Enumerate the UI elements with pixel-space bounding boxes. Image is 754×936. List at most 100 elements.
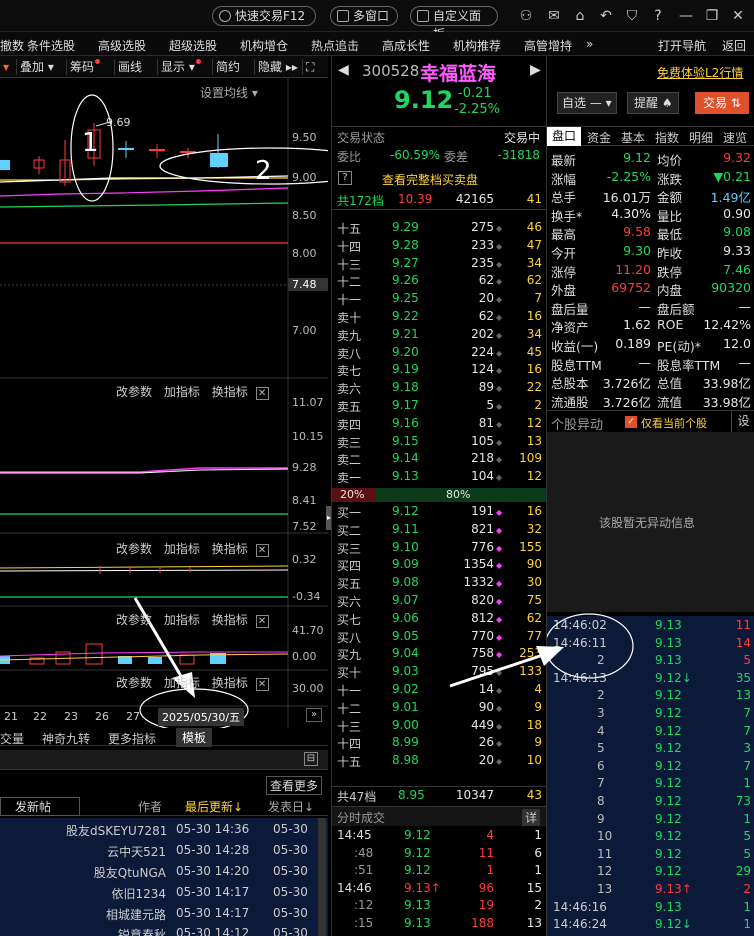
author-column-header[interactable]: 作者 [138, 798, 162, 815]
multi-window-button[interactable]: 多窗口 [330, 6, 398, 26]
home-icon[interactable]: ⌂ [572, 8, 588, 24]
help-icon[interactable]: ? [338, 171, 352, 185]
menu-more[interactable]: » [586, 37, 593, 51]
draw-line-button[interactable]: 画线 [114, 59, 145, 75]
post-row[interactable]: 云中天521 05-30 14:28 05-30 [0, 843, 328, 864]
hide-button[interactable]: 隐藏 ▸▸ [254, 59, 301, 75]
edit-params-button[interactable]: 改参数 [116, 385, 152, 399]
menu-item[interactable]: 机构推荐 [453, 37, 501, 54]
tab-magic-nine[interactable]: 神奇九转 [42, 730, 90, 747]
tab-overview[interactable]: 速览 [718, 129, 752, 146]
ask-level-row[interactable]: 卖十 9.22 62 ◆ 16 [332, 309, 546, 326]
close-icon[interactable]: ✕ [730, 8, 746, 24]
bid-level-row[interactable]: 买三 9.10 776 ◆ 155 [332, 540, 546, 557]
post-row[interactable]: 股友dSKEYU7281 05-30 14:36 05-30 [0, 822, 328, 843]
close-icon[interactable]: ✕ [255, 678, 269, 691]
ask-level-row[interactable]: 卖一 9.13 104 ◆ 12 [332, 469, 546, 486]
publish-post-button[interactable]: 发新帖 [0, 797, 80, 816]
checkbox-checked-icon[interactable]: ✓ [625, 416, 637, 428]
menu-item[interactable]: 条件选股 [27, 37, 75, 54]
bid-level-row[interactable]: 买四 9.09 1354 ◆ 90 [332, 557, 546, 574]
next-stock-icon[interactable]: ▶ [530, 62, 541, 78]
minimize-icon[interactable]: — [678, 8, 694, 24]
shirt-icon[interactable]: ⛉ [624, 8, 640, 24]
ask-level-row[interactable]: 卖二 9.14 218 ◆ 109 [332, 451, 546, 468]
tab-more-indicators[interactable]: 更多指标 [108, 730, 156, 747]
post-row[interactable]: 锐意春秋 05-30 14:12 05-30 [0, 926, 328, 936]
custom-panel-button[interactable]: 自定义面板 [410, 6, 498, 41]
close-icon[interactable]: ✕ [255, 544, 269, 557]
ask-level-row[interactable]: 十四 9.28 233 ◆ 47 [332, 238, 546, 255]
post-row[interactable]: 依旧1234 05-30 14:17 05-30 [0, 885, 328, 906]
fullscreen-icon[interactable]: ⛶ [302, 59, 317, 75]
ask-level-row[interactable]: 十一 9.25 20 ◆ 7 [332, 291, 546, 308]
kline-chart-area[interactable]: 9.69 1 2 设置均线 ▾ 9.50 9.00 8.50 8.00 7.48… [0, 78, 328, 728]
post-row[interactable]: 相城建元路 05-30 14:17 05-30 [0, 906, 328, 927]
posted-column-header[interactable]: 发表日↓ [268, 798, 314, 815]
add-indicator-button[interactable]: 加指标 [164, 385, 200, 399]
switch-indicator-button[interactable]: 换指标 [212, 385, 248, 399]
close-icon[interactable]: ✕ [255, 615, 269, 628]
add-indicator-button[interactable]: 加指标 [164, 542, 200, 556]
help-icon[interactable]: ? [650, 8, 666, 24]
tab-quote[interactable]: 盘口 [547, 127, 581, 146]
trade-button[interactable]: 交易 ⇅ [695, 92, 749, 114]
ask-level-row[interactable]: 十二 9.26 62 ◆ 62 [332, 273, 546, 290]
ask-level-row[interactable]: 卖四 9.16 81 ◆ 12 [332, 416, 546, 433]
tab-index[interactable]: 指数 [650, 129, 684, 146]
alert-setting-button[interactable]: 设 [731, 411, 754, 432]
view-more-button[interactable]: 查看更多 [266, 776, 323, 795]
back-icon[interactable]: ↶ [598, 8, 614, 24]
ma-setting-button[interactable]: 设置均线 ▾ [200, 84, 258, 101]
tab-volume[interactable]: 交量 [0, 730, 24, 747]
display-button[interactable]: 显示 ▾ [157, 59, 204, 75]
open-nav-link[interactable]: 打开导航 [658, 37, 706, 54]
bid-level-row[interactable]: 十三 9.00 449 ◆ 18 [332, 718, 546, 735]
menu-item[interactable]: 机构增仓 [240, 37, 288, 54]
dropdown-icon[interactable]: ▾ [0, 59, 14, 75]
bid-level-row[interactable]: 买五 9.08 1332 ◆ 30 [332, 575, 546, 592]
bid-level-row[interactable]: 十五 8.98 20 ◆ 10 [332, 753, 546, 770]
ask-level-row[interactable]: 卖八 9.20 224 ◆ 45 [332, 345, 546, 362]
chips-button[interactable]: 筹码 [66, 59, 103, 75]
user-icon[interactable]: ⚇ [518, 8, 534, 24]
edit-params-button[interactable]: 改参数 [116, 676, 152, 690]
quick-trade-button[interactable]: 快速交易F12 [212, 6, 316, 26]
bid-level-row[interactable]: 买二 9.11 821 ◆ 32 [332, 522, 546, 539]
ask-level-row[interactable]: 十五 9.29 275 ◆ 46 [332, 220, 546, 237]
ask-level-row[interactable]: 卖六 9.18 89 ◆ 22 [332, 380, 546, 397]
menu-item[interactable]: 超级选股 [169, 37, 217, 54]
ask-level-row[interactable]: 卖九 9.21 202 ◆ 34 [332, 327, 546, 344]
switch-indicator-button[interactable]: 换指标 [212, 613, 248, 627]
bid-level-row[interactable]: 买七 9.06 812 ◆ 62 [332, 611, 546, 628]
bid-level-row[interactable]: 买六 9.07 820 ◆ 75 [332, 593, 546, 610]
tab-detail[interactable]: 明细 [684, 129, 718, 146]
ticks-detail-button[interactable]: 详 [521, 809, 540, 826]
edit-params-button[interactable]: 改参数 [116, 542, 152, 556]
menu-item[interactable]: 热点追击 [311, 37, 359, 54]
add-indicator-button[interactable]: 加指标 [164, 613, 200, 627]
close-icon[interactable]: ✕ [255, 387, 269, 400]
ask-level-row[interactable]: 卖七 9.19 124 ◆ 16 [332, 362, 546, 379]
menu-item[interactable]: 高成长性 [382, 37, 430, 54]
tab-template[interactable]: 模板 [176, 728, 213, 747]
ask-level-row[interactable]: 卖五 9.17 5 ◆ 2 [332, 398, 546, 415]
switch-indicator-button[interactable]: 换指标 [212, 542, 248, 556]
expand-icon[interactable]: ⊟ [304, 752, 318, 766]
mail-icon[interactable]: ✉ [546, 8, 562, 24]
add-indicator-button[interactable]: 加指标 [164, 676, 200, 690]
edit-params-button[interactable]: 改参数 [116, 613, 152, 627]
tab-funds[interactable]: 资金 [582, 129, 616, 146]
full-book-link[interactable]: 查看完整档买卖盘 [382, 171, 478, 188]
menu-item[interactable]: 撤数 [0, 37, 24, 54]
scroll-right-icon[interactable]: » [306, 708, 322, 722]
switch-indicator-button[interactable]: 换指标 [212, 676, 248, 690]
restore-icon[interactable]: ❐ [704, 8, 720, 24]
bid-level-row[interactable]: 十四 8.99 26 ◆ 9 [332, 735, 546, 752]
post-row[interactable]: 股友QtuNGA 05-30 14:20 05-30 [0, 864, 328, 885]
scrollbar[interactable] [318, 818, 326, 936]
watchlist-button[interactable]: 自选 — ▾ [557, 92, 617, 114]
free-l2-link[interactable]: 免费体验L2行情 [657, 64, 743, 81]
back-link[interactable]: 返回 [722, 37, 746, 54]
bid-level-row[interactable]: 买一 9.12 191 ◆ 16 [332, 504, 546, 521]
